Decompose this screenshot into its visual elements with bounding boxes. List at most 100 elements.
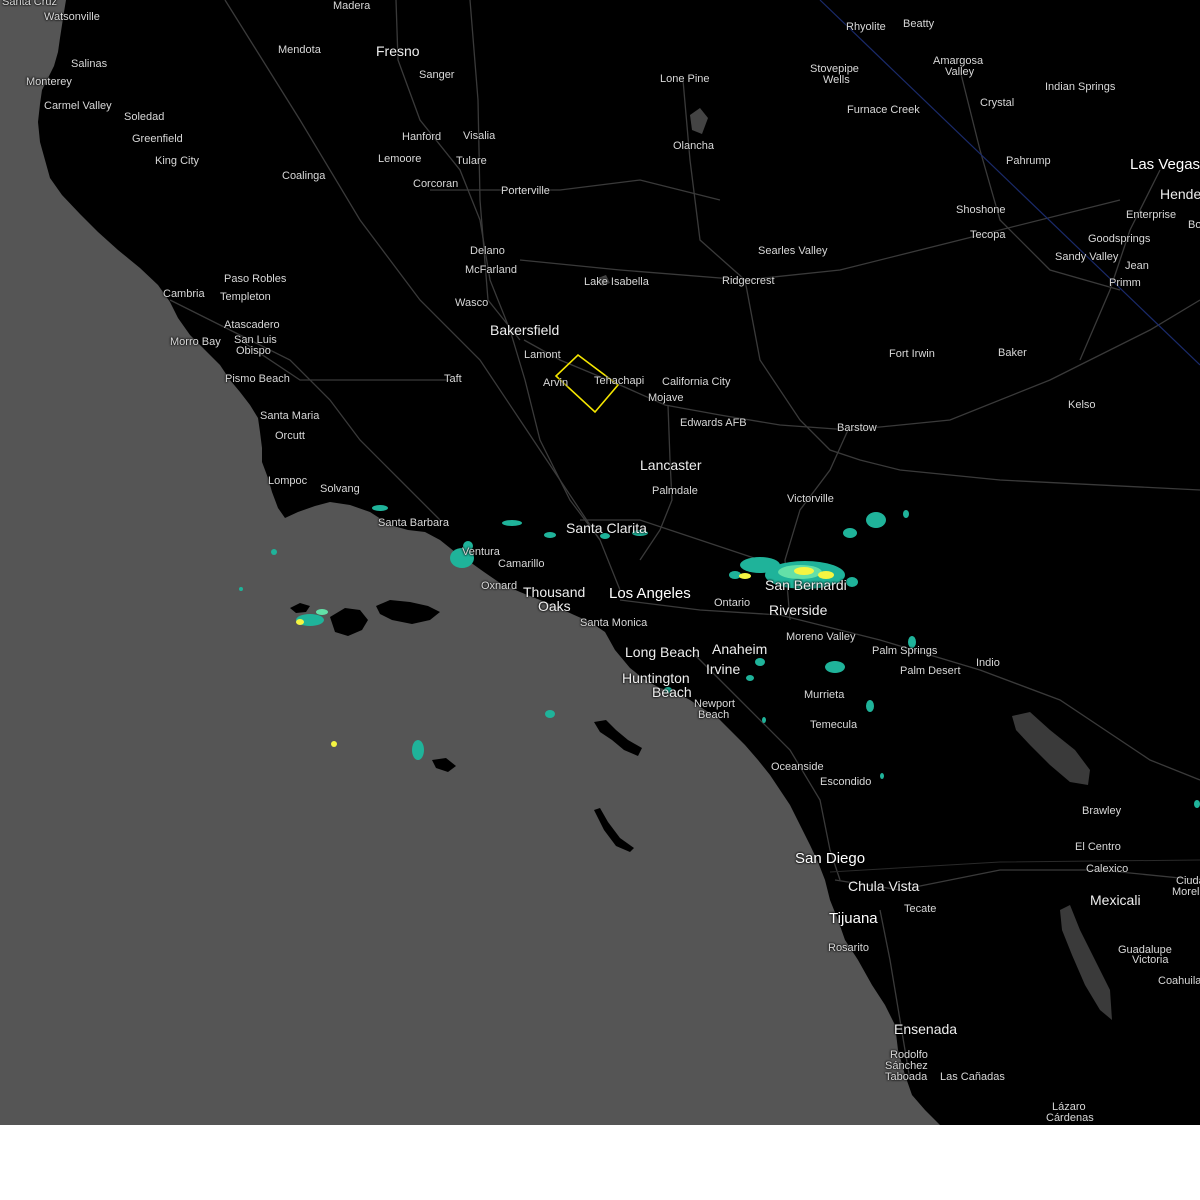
city-label: Tulare [456, 155, 487, 167]
city-label: Mendota [278, 44, 321, 56]
city-label: Pismo Beach [225, 373, 290, 385]
city-label: Morro Bay [170, 336, 221, 348]
city-label: Wasco [455, 297, 489, 309]
city-label: Santa Clarita [566, 520, 647, 536]
city-label: Lone Pine [660, 73, 710, 85]
city-label: Las Cañadas [940, 1071, 1005, 1083]
city-label: Tecopa [970, 229, 1006, 241]
city-label: Las Vegas [1130, 156, 1200, 173]
city-label: Indio [976, 657, 1000, 669]
city-label: Ridgecrest [722, 275, 775, 287]
city-label: Oaks [538, 598, 571, 614]
city-label: California City [662, 376, 731, 388]
city-label: El Centro [1075, 841, 1121, 853]
city-label: Los Angeles [609, 585, 691, 602]
city-label: Palmdale [652, 485, 698, 497]
city-label: Edwards AFB [680, 417, 747, 429]
city-label: Brawley [1082, 805, 1122, 817]
city-label: Crystal [980, 97, 1015, 109]
map-canvas [0, 0, 1200, 1125]
city-label: King City [155, 155, 200, 167]
city-label: Bakersfield [490, 322, 560, 338]
city-label: Delano [470, 245, 505, 257]
city-label: Tijuana [829, 910, 878, 927]
city-label: Morelo [1172, 886, 1200, 898]
city-label: Greenfield [132, 133, 183, 145]
city-label: Sanger [419, 69, 455, 81]
island-santa-rosa [330, 608, 368, 636]
city-label: Beach [698, 709, 730, 721]
city-label: Barstow [837, 422, 877, 434]
city-label: Calexico [1086, 863, 1129, 875]
city-label: Murrieta [804, 689, 845, 701]
city-label: Temecula [810, 719, 858, 731]
island-san-nicolas [432, 758, 456, 772]
city-label: Mexicali [1090, 892, 1141, 908]
city-label: Coahuila [1158, 975, 1200, 987]
city-label: Bo [1188, 219, 1200, 231]
city-label: Soledad [124, 111, 165, 123]
city-label: Solvang [320, 483, 360, 495]
city-label: Tecate [904, 903, 937, 915]
city-label: Monterey [26, 76, 72, 88]
city-label: Coalinga [282, 170, 326, 182]
city-label: Salinas [71, 58, 108, 70]
city-label: Santa Monica [580, 617, 648, 629]
city-label: San Diego [795, 850, 866, 867]
city-label: Goodsprings [1088, 233, 1151, 245]
city-label: Oceanside [771, 761, 824, 773]
city-label: Escondido [820, 776, 872, 788]
city-label: Furnace Creek [847, 104, 920, 116]
city-label: Carmel Valley [44, 100, 112, 112]
city-label: Arvin [543, 377, 569, 389]
city-label: Pahrump [1006, 155, 1051, 167]
city-label: Enterprise [1126, 209, 1177, 221]
city-label: Palm Springs [872, 645, 938, 657]
city-label: Obispo [236, 345, 271, 357]
city-label: Orcutt [275, 430, 305, 442]
island-san-miguel [290, 603, 310, 613]
city-label: Santa Maria [260, 410, 320, 422]
city-label: Hende [1160, 186, 1200, 202]
city-label: Moreno Valley [786, 631, 856, 643]
city-label: Oxnard [481, 580, 518, 592]
city-label: Taboada [885, 1071, 928, 1083]
city-label: San Bernardi [765, 577, 847, 593]
city-label: McFarland [465, 264, 517, 276]
radar-map[interactable]: Santa Cruz Watsonville Madera Mendota Fresno… [0, 0, 1200, 1125]
city-label: Corcoran [413, 178, 459, 190]
land-mainland [0, 0, 1200, 1125]
city-label: Baker [998, 347, 1027, 359]
city-label: Porterville [501, 185, 550, 197]
city-label: Tehachapi [594, 375, 645, 387]
city-label: Beach [652, 684, 692, 700]
city-label: Lamont [524, 349, 561, 361]
city-label: Templeton [220, 291, 271, 303]
city-label: Rhyolite [846, 21, 886, 33]
city-label: Hanford [402, 131, 442, 143]
city-label: Riverside [769, 602, 828, 618]
city-label: Long Beach [625, 644, 700, 660]
city-label: Victoria [1132, 954, 1169, 966]
city-label: Shoshone [956, 204, 1006, 216]
city-label: Fort Irwin [889, 348, 935, 360]
city-label: Camarillo [498, 558, 545, 570]
city-label: Beatty [903, 18, 935, 30]
city-label: Madera [333, 0, 371, 12]
island-santa-cruz [376, 600, 440, 624]
city-label: Lompoc [268, 475, 308, 487]
city-label: Thousand [523, 584, 586, 600]
city-label: Irvine [706, 661, 741, 677]
city-label: Mojave [648, 392, 684, 404]
city-label: Searles Valley [758, 245, 828, 257]
city-label: Cárdenas [1046, 1112, 1094, 1124]
city-label: Santa Cruz [2, 0, 58, 8]
city-label: Lancaster [640, 457, 702, 473]
city-label: Wells [823, 74, 850, 86]
city-label: Sandy Valley [1055, 251, 1119, 263]
city-label: Kelso [1068, 399, 1096, 411]
city-label: Olancha [673, 140, 714, 152]
city-label: Victorville [787, 493, 834, 505]
city-label: Huntington [622, 670, 690, 686]
city-label: Lake Isabella [584, 276, 649, 288]
